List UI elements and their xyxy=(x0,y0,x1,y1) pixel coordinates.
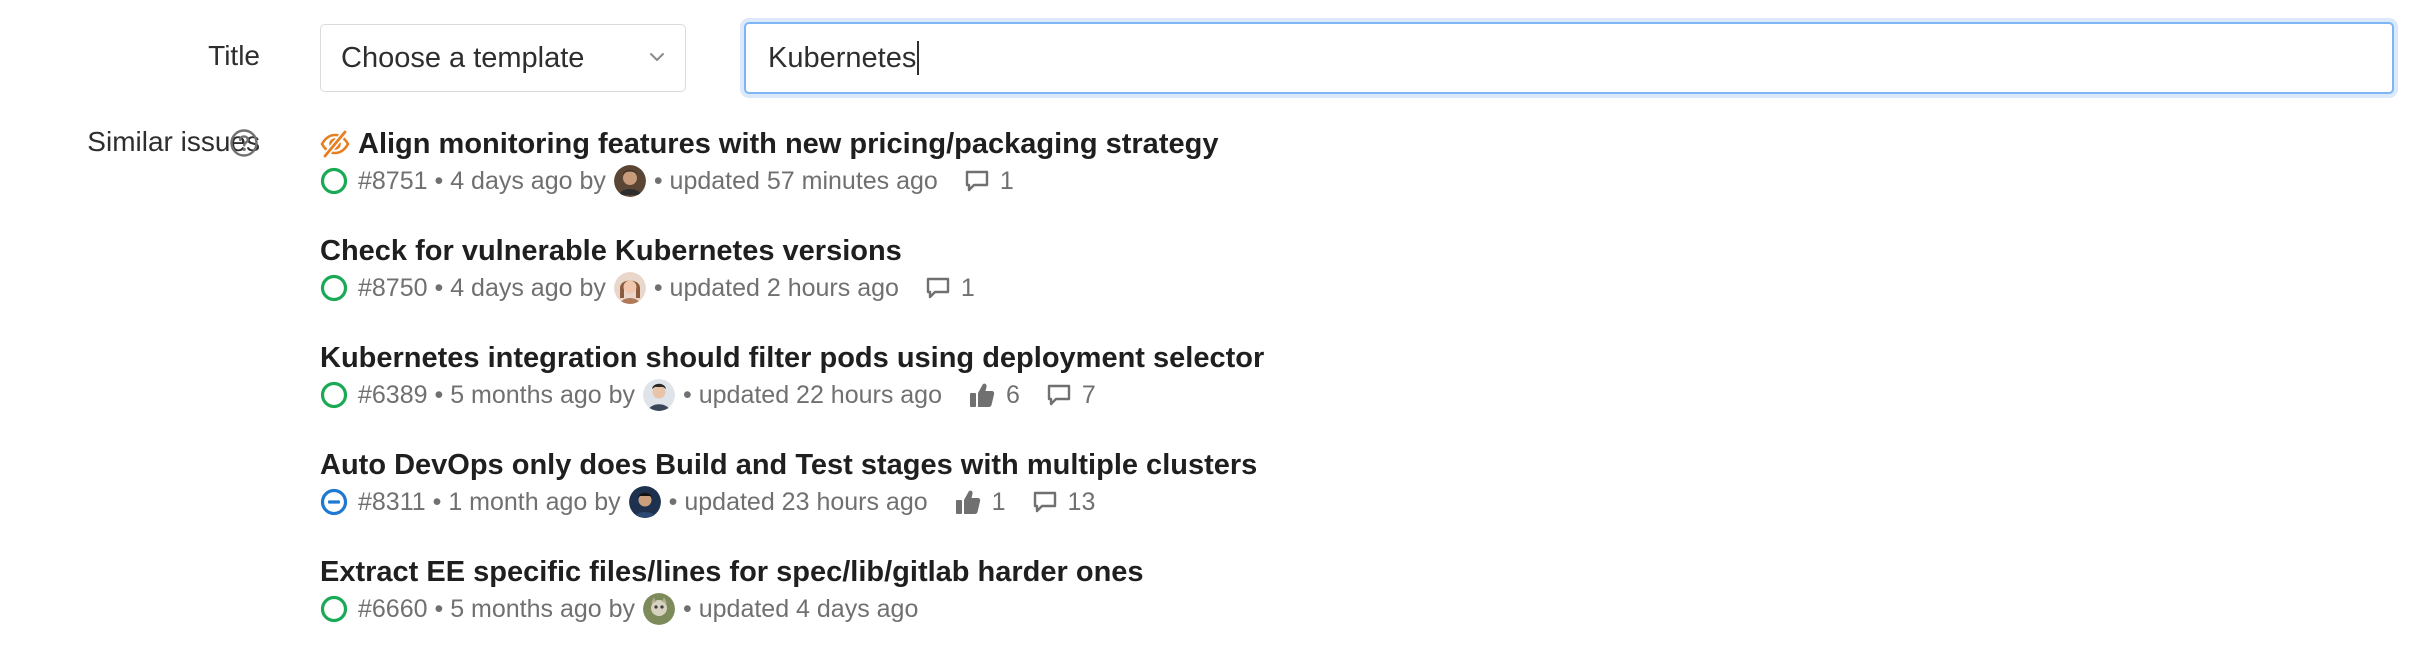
issue-title-link[interactable]: Align monitoring features with new prici… xyxy=(358,126,1218,162)
thumbs-up-icon xyxy=(955,490,980,514)
avatar[interactable] xyxy=(613,165,646,197)
comment-count-value: 1 xyxy=(960,273,975,302)
title-input[interactable]: Kubernetes xyxy=(744,22,2394,94)
issue-title-row: Extract EE specific files/lines for spec… xyxy=(320,554,2320,590)
title-label: Title xyxy=(208,40,260,71)
comment-count: 1 xyxy=(964,167,1014,196)
comment-count: 13 xyxy=(1032,487,1096,517)
issue-meta: #8311 • 1 month ago by • updated 23 hour… xyxy=(320,485,2320,519)
issue-closed-icon xyxy=(320,488,348,516)
comment-count: 1 xyxy=(925,274,975,303)
issue-created: 4 days ago by xyxy=(450,166,606,195)
issue-number[interactable]: #8311 xyxy=(358,488,426,517)
title-row: Title Choose a template Kubernetes xyxy=(0,22,2416,102)
comment-icon xyxy=(965,170,989,192)
issue-meta: #6389 • 5 months ago by • updated 22 hou… xyxy=(320,378,2320,412)
comment-count-value: 7 xyxy=(1081,380,1096,409)
issue-created: 4 days ago by xyxy=(450,273,606,302)
issue-meta: #6660 • 5 months ago by • updated 4 days… xyxy=(320,592,2320,626)
issue-title-row: Auto DevOps only does Build and Test sta… xyxy=(320,447,2320,483)
issue-updated: • updated 23 hours ago xyxy=(668,487,928,516)
avatar[interactable] xyxy=(613,272,646,304)
upvote-count: 1 xyxy=(954,488,1006,517)
issue-created: 1 month ago by xyxy=(448,487,621,516)
issue-title-row: Kubernetes integration should filter pod… xyxy=(320,340,2320,376)
template-dropdown[interactable]: Choose a template xyxy=(320,24,686,92)
list-item: Align monitoring features with new prici… xyxy=(320,126,2320,233)
issue-updated: • updated 57 minutes ago xyxy=(653,166,938,195)
template-dropdown-value: Choose a template xyxy=(341,41,585,74)
text-caret xyxy=(917,41,920,75)
list-item: Check for vulnerable Kubernetes versions… xyxy=(320,233,2320,340)
issue-created: 5 months ago by xyxy=(450,380,636,409)
upvote-count: 6 xyxy=(968,381,1020,410)
issue-title-row: Align monitoring features with new prici… xyxy=(320,126,2320,162)
issue-open-icon xyxy=(320,167,348,195)
upvote-count-value: 6 xyxy=(1006,380,1020,409)
avatar[interactable] xyxy=(628,486,661,518)
question-circle-icon[interactable] xyxy=(229,128,259,158)
chevron-down-icon xyxy=(650,53,664,61)
upvote-count-value: 1 xyxy=(991,487,1006,516)
issue-updated: • updated 22 hours ago xyxy=(683,380,942,409)
comment-icon xyxy=(1047,384,1071,406)
issue-meta: #8750 • 4 days ago by • updated 2 hours … xyxy=(320,271,2320,305)
comment-count-value: 13 xyxy=(1067,487,1096,516)
issue-updated: • updated 2 hours ago xyxy=(653,273,899,302)
issue-title-link[interactable]: Auto DevOps only does Build and Test sta… xyxy=(320,447,1257,483)
thumbs-up-icon xyxy=(970,383,995,407)
title-input-value: Kubernetes xyxy=(768,41,917,74)
avatar[interactable] xyxy=(643,379,676,411)
issue-open-icon xyxy=(320,595,348,623)
issue-number[interactable]: #8750 xyxy=(358,274,428,303)
issue-title-row: Check for vulnerable Kubernetes versions xyxy=(320,233,2320,269)
comment-count: 7 xyxy=(1046,381,1096,410)
issue-meta: #8751 • 4 days ago by • updated 57 minut… xyxy=(320,164,2320,198)
comment-icon xyxy=(1033,491,1056,513)
list-item: Extract EE specific files/lines for spec… xyxy=(320,554,2320,661)
eye-slash-icon xyxy=(320,129,350,159)
issue-created: 5 months ago by xyxy=(450,594,636,623)
list-item: Kubernetes integration should filter pod… xyxy=(320,340,2320,447)
issue-number[interactable]: #8751 xyxy=(358,167,428,196)
comment-count-value: 1 xyxy=(999,166,1014,195)
issue-title-link[interactable]: Kubernetes integration should filter pod… xyxy=(320,340,1264,376)
issue-title-link[interactable]: Check for vulnerable Kubernetes versions xyxy=(320,233,902,269)
issue-open-icon xyxy=(320,274,348,302)
issue-updated: • updated 4 days ago xyxy=(683,594,919,623)
issue-number[interactable]: #6660 xyxy=(358,595,428,624)
list-item: Auto DevOps only does Build and Test sta… xyxy=(320,447,2320,554)
issue-number[interactable]: #6389 xyxy=(358,381,428,410)
issue-open-icon xyxy=(320,381,348,409)
issue-title-link[interactable]: Extract EE specific files/lines for spec… xyxy=(320,554,1144,590)
comment-icon xyxy=(926,277,950,299)
similar-issues-list: Align monitoring features with new prici… xyxy=(320,126,2320,661)
avatar[interactable] xyxy=(643,593,676,625)
